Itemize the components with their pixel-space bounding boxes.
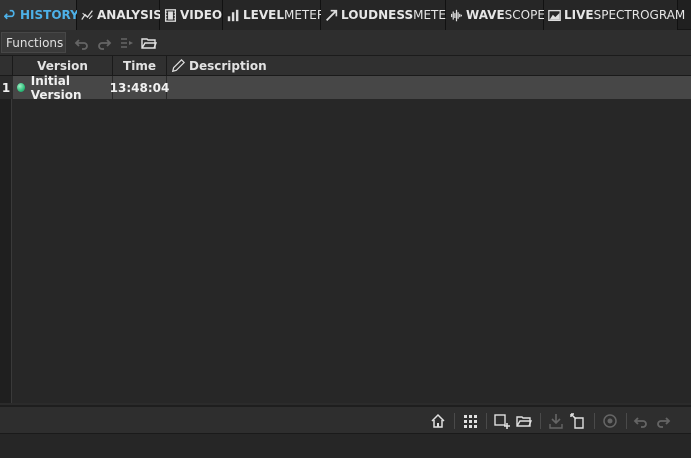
toolbar-separator	[454, 413, 455, 429]
list-arrow-icon[interactable]	[117, 33, 137, 53]
row-version: Initial Version	[30, 73, 82, 102]
table-row[interactable]: 1 Initial Version 13:48:04	[0, 73, 691, 102]
column-header-description-label: Description	[189, 59, 267, 73]
row-time: 13:48:04	[110, 76, 169, 99]
history-table: Version Time Description 1 Initial Versi…	[0, 56, 691, 403]
toolbar-separator	[486, 413, 487, 429]
column-header-description[interactable]: Description	[167, 56, 691, 76]
undo-icon[interactable]	[72, 33, 92, 53]
tab-label-rest: SPECTROGRAM	[593, 8, 686, 22]
undo-arrow-icon	[4, 9, 17, 22]
tab-wavescope[interactable]: WAVE SCOPE	[446, 0, 545, 30]
tab-loudnessmeter[interactable]: LOUDNESS METER	[321, 0, 454, 30]
pencil-icon	[171, 59, 185, 73]
toolbar-separator	[626, 413, 627, 429]
tab-label-rest: SCOPE	[504, 8, 545, 22]
tab-livespectrogram[interactable]: LIVE SPECTROGRAM	[544, 0, 685, 30]
diagonal-arrow-icon	[325, 9, 338, 22]
tab-video[interactable]: VIDEO	[160, 0, 223, 30]
row-description[interactable]	[167, 76, 691, 99]
home-icon[interactable]	[428, 411, 448, 431]
toolbar-separator	[594, 413, 595, 429]
redo-icon[interactable]	[94, 33, 114, 53]
spectrogram-icon	[548, 9, 561, 22]
tab-bar: HISTORY ANALYSIS VIDEO LEVEL METER LOUDNE…	[0, 0, 691, 30]
bars-icon	[227, 9, 240, 22]
row-index: 1	[0, 76, 13, 99]
tab-label-bold: ANALYSIS	[97, 8, 162, 22]
history-toolbar: Functions	[0, 30, 691, 56]
status-bar	[0, 434, 691, 458]
tab-analysis[interactable]: ANALYSIS	[77, 0, 162, 30]
bottom-toolbar	[0, 405, 691, 434]
tab-label-bold: LEVEL	[243, 8, 284, 22]
tab-label-rest: METER	[283, 8, 326, 22]
tab-label-bold: LOUDNESS	[341, 8, 414, 22]
document-edit-icon[interactable]	[568, 411, 588, 431]
tab-levelmeter[interactable]: LEVEL METER	[223, 0, 325, 30]
tab-label-bold: VIDEO	[180, 8, 223, 22]
analysis-icon	[81, 9, 94, 22]
redo-icon[interactable]	[653, 411, 673, 431]
tab-history[interactable]: HISTORY	[0, 0, 79, 30]
undo-icon[interactable]	[631, 411, 651, 431]
film-icon	[164, 8, 177, 22]
tab-label-bold: LIVE	[564, 8, 594, 22]
stop-circle-icon[interactable]	[600, 411, 620, 431]
open-folder-icon[interactable]	[514, 411, 534, 431]
toolbar-separator	[540, 413, 541, 429]
new-window-icon[interactable]	[492, 411, 512, 431]
tab-label-bold: HISTORY	[20, 8, 79, 22]
save-download-icon[interactable]	[546, 411, 566, 431]
functions-menu-button[interactable]: Functions	[1, 32, 66, 53]
tab-label-bold: WAVE	[466, 8, 505, 22]
open-folder-icon[interactable]	[139, 33, 159, 53]
column-header-time[interactable]: Time	[113, 56, 167, 76]
row-gutter	[0, 56, 12, 403]
waveform-icon	[450, 9, 463, 22]
grid-dots-icon[interactable]	[460, 411, 480, 431]
version-status-dot-icon	[17, 83, 25, 92]
column-header-index	[0, 56, 13, 76]
row-version-cell: Initial Version	[13, 73, 113, 102]
